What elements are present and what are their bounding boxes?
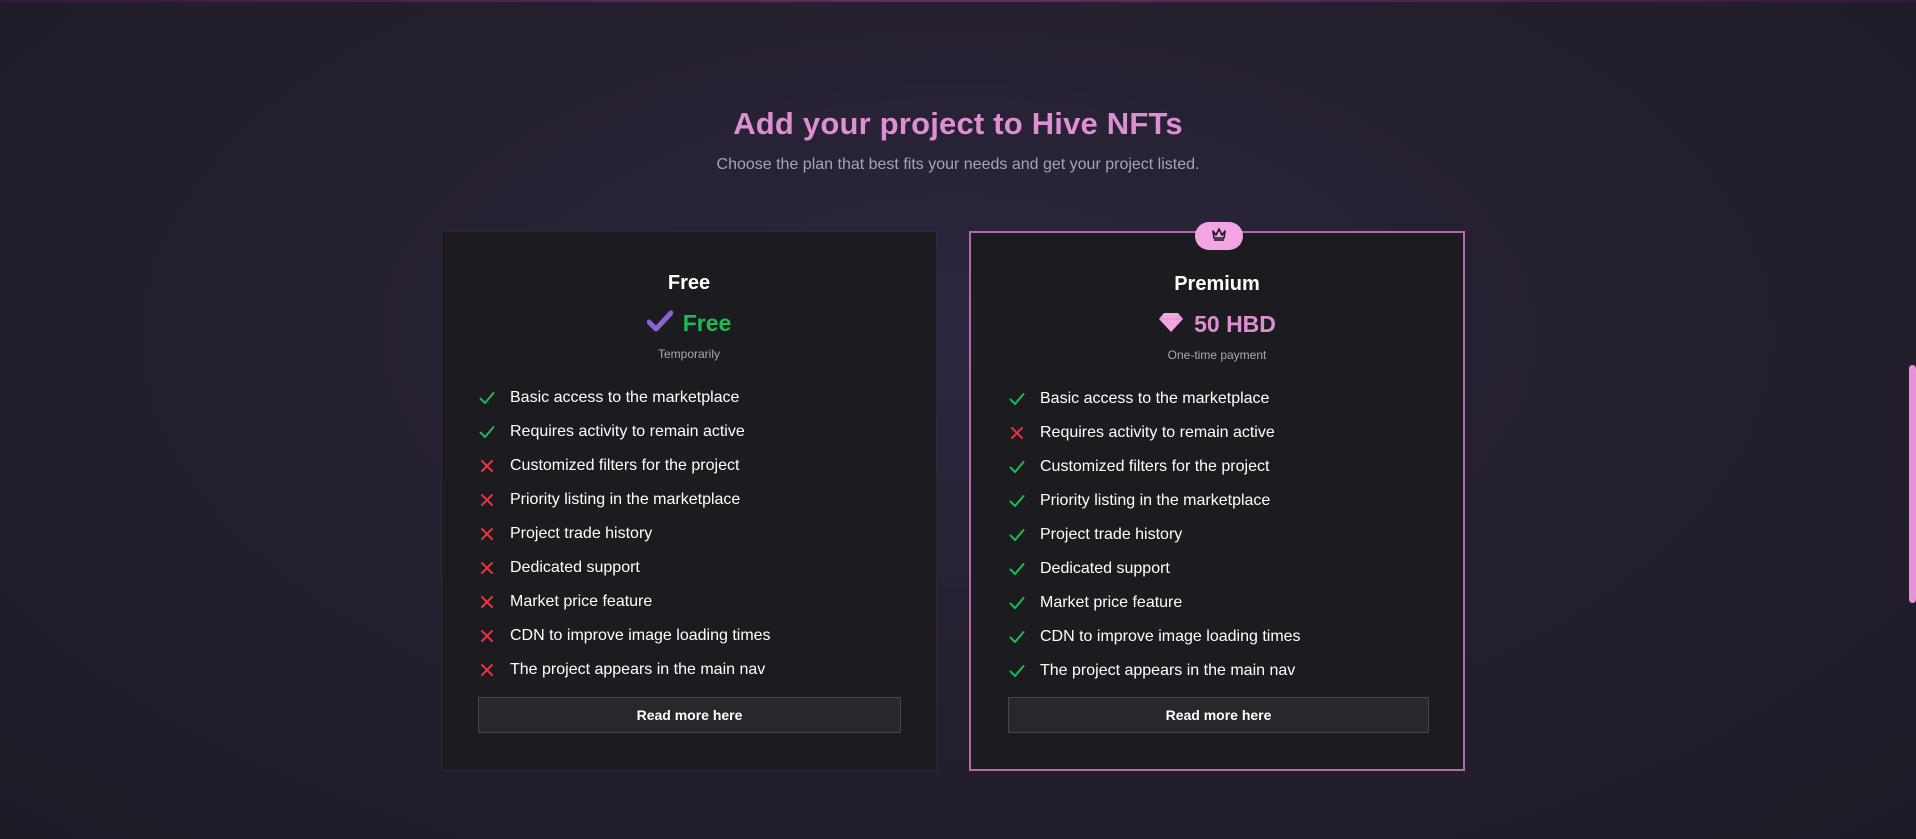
price-amount: Free [682,310,732,336]
feature-item: The project appears in the main nav [1008,654,1301,688]
price-note: One-time payment [1167,348,1267,362]
close-icon [478,491,496,509]
close-icon [478,593,496,611]
feature-item: Customized filters for the project [478,449,771,483]
close-icon [1008,424,1026,442]
feature-label: CDN to improve image loading times [510,627,771,644]
feature-item: Market price feature [478,585,771,619]
plan-name: Free [667,272,711,294]
plan-price: Free [442,310,936,337]
feature-label: Basic access to the marketplace [510,389,740,406]
check-icon [1008,526,1026,544]
feature-item: Customized filters for the project [1008,450,1301,484]
feature-list: Basic access to the marketplace Requires … [1008,382,1301,688]
feature-label: Market price feature [510,593,653,610]
plan-price: 50 HBD [971,311,1463,338]
check-icon [478,389,496,407]
feature-item: Dedicated support [1008,552,1301,586]
feature-label: Requires activity to remain active [510,423,745,440]
close-icon [478,661,496,679]
plan-card-premium: Premium 50 HBD One-time payment Basic ac… [969,222,1465,771]
check-icon [1008,390,1026,408]
feature-item: Market price feature [1008,586,1301,620]
feature-item: Requires activity to remain active [1008,416,1301,450]
feature-list: Basic access to the marketplace Requires … [478,381,771,687]
feature-item: Dedicated support [478,551,771,585]
feature-label: Project trade history [1040,526,1183,543]
read-more-button[interactable]: Read more here [1008,697,1429,733]
check-icon [1008,628,1026,646]
feature-item: Project trade history [478,517,771,551]
plan-card-free: Free Free Temporarily Basic access to th… [441,231,937,771]
feature-label: Customized filters for the project [1040,458,1270,475]
feature-label: The project appears in the main nav [510,661,766,678]
check-icon [478,423,496,441]
check-icon [1008,458,1026,476]
feature-label: Dedicated support [510,559,640,576]
scrollbar-thumb[interactable] [1909,365,1916,603]
top-accent-line [0,0,1916,2]
diamond-icon [1158,311,1184,338]
feature-item: The project appears in the main nav [478,653,771,687]
feature-item: CDN to improve image loading times [478,619,771,653]
feature-item: CDN to improve image loading times [1008,620,1301,654]
feature-item: Project trade history [1008,518,1301,552]
close-icon [478,559,496,577]
premium-badge [1195,222,1243,250]
pricing-header: Add your project to Hive NFTs Choose the… [0,106,1916,174]
feature-label: Basic access to the marketplace [1040,390,1270,407]
page-subtitle: Choose the plan that best fits your need… [716,156,1200,173]
check-icon [1008,560,1026,578]
check-icon [1008,594,1026,612]
plan-name: Premium [1174,273,1260,295]
feature-label: Priority listing in the marketplace [1040,492,1271,509]
feature-label: Priority listing in the marketplace [510,491,741,508]
close-icon [478,525,496,543]
close-icon [478,457,496,475]
read-more-button[interactable]: Read more here [478,697,901,733]
check-icon [646,310,674,337]
feature-label: Project trade history [510,525,653,542]
feature-label: Requires activity to remain active [1040,424,1275,441]
feature-item: Basic access to the marketplace [1008,382,1301,416]
feature-item: Priority listing in the marketplace [478,483,771,517]
check-icon [1008,662,1026,680]
close-icon [478,627,496,645]
price-note: Temporarily [657,347,720,361]
feature-label: CDN to improve image loading times [1040,628,1301,645]
feature-item: Requires activity to remain active [478,415,771,449]
price-amount: 50 HBD [1194,311,1276,337]
feature-item: Basic access to the marketplace [478,381,771,415]
feature-item: Priority listing in the marketplace [1008,484,1301,518]
feature-label: Customized filters for the project [510,457,740,474]
check-icon [1008,492,1026,510]
crown-icon [1211,227,1227,246]
page-title: Add your project to Hive NFTs [733,106,1183,141]
feature-label: The project appears in the main nav [1040,662,1296,679]
feature-label: Dedicated support [1040,560,1170,577]
feature-label: Market price feature [1040,594,1183,611]
